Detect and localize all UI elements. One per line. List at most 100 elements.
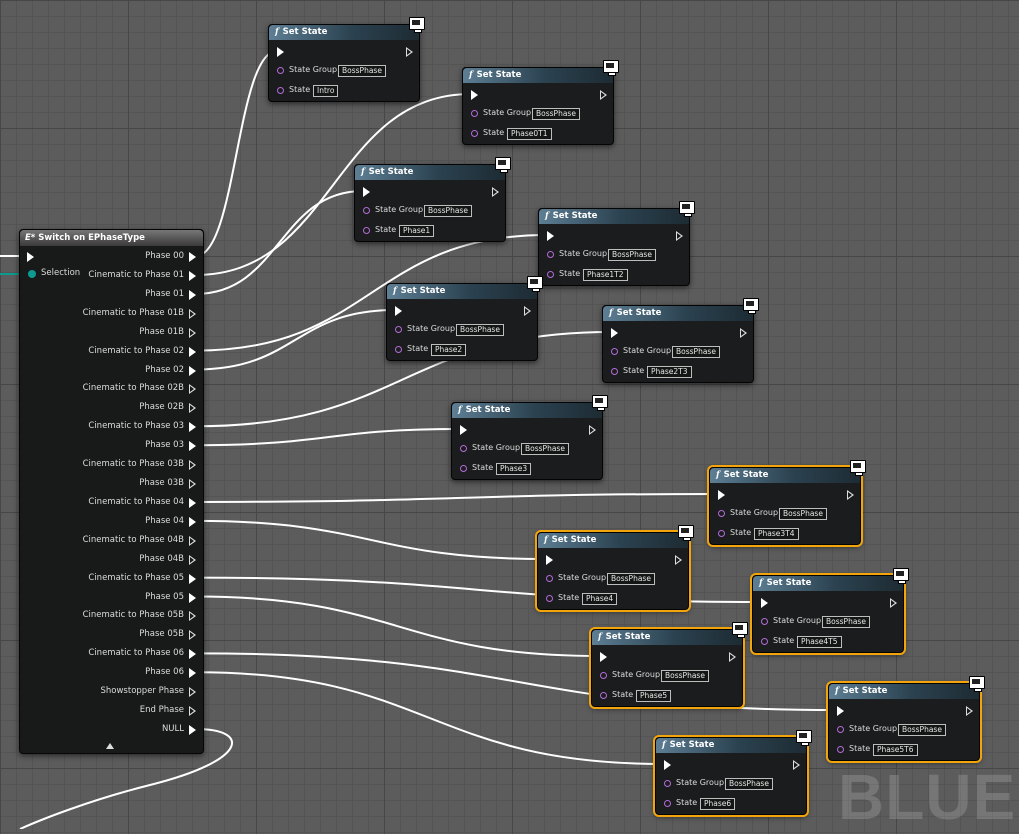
state-pin[interactable] <box>611 368 618 375</box>
set-state-node[interactable]: f Set State State Group BossPhase State Phase… <box>538 201 695 286</box>
exec-input-pin[interactable] <box>547 231 554 241</box>
state-group-pin[interactable] <box>547 251 554 258</box>
set-state-node[interactable]: f Set State State Group BossPhase State Phase… <box>826 676 985 763</box>
switch-output-pin[interactable] <box>189 706 196 717</box>
switch-output-pin[interactable] <box>189 403 196 414</box>
switch-output-pin[interactable] <box>189 384 196 395</box>
collapse-arrow-icon[interactable] <box>106 743 114 749</box>
switch-output-pin[interactable] <box>189 649 196 660</box>
switch-output-pin[interactable] <box>189 479 196 490</box>
set-state-node[interactable]: f Set State State Group BossPhase State Phase… <box>354 157 511 242</box>
state-value[interactable]: Phase2 <box>431 344 467 356</box>
exec-input-pin[interactable] <box>460 425 467 435</box>
state-group-value[interactable]: BossPhase <box>779 508 827 520</box>
state-group-value[interactable]: BossPhase <box>456 324 504 336</box>
exec-output-pin[interactable] <box>589 425 596 435</box>
set-state-header[interactable]: f Set State <box>656 730 812 753</box>
state-group-value[interactable]: BossPhase <box>608 249 656 261</box>
exec-input-pin[interactable] <box>664 760 671 770</box>
state-group-value[interactable]: BossPhase <box>338 65 386 77</box>
exec-wire[interactable] <box>195 428 461 447</box>
exec-wire[interactable] <box>195 50 278 257</box>
exec-input-pin[interactable] <box>363 187 370 197</box>
set-state-header[interactable]: f Set State <box>269 17 425 40</box>
switch-output-pin[interactable] <box>189 422 196 433</box>
exec-wire[interactable] <box>195 190 364 295</box>
switch-node-header[interactable]: E* Switch on EPhaseType <box>20 230 203 246</box>
set-state-header[interactable]: f Set State <box>753 568 909 591</box>
set-state-header[interactable]: f Set State <box>355 157 511 180</box>
state-value[interactable]: Phase1 <box>399 225 435 237</box>
state-group-value[interactable]: BossPhase <box>661 670 709 682</box>
exec-output-pin[interactable] <box>676 231 683 241</box>
state-group-pin[interactable] <box>277 67 284 74</box>
switch-output-pin[interactable] <box>189 460 196 471</box>
state-pin[interactable] <box>547 271 554 278</box>
exec-output-pin[interactable] <box>847 490 854 500</box>
switch-output-pin[interactable] <box>189 592 196 603</box>
state-pin[interactable] <box>471 130 478 137</box>
exec-output-pin[interactable] <box>966 706 973 716</box>
set-state-node[interactable]: f Set State State Group BossPhase State Phase… <box>386 276 543 361</box>
state-value[interactable]: Intro <box>313 85 339 97</box>
state-value[interactable]: Phase2T3 <box>647 366 692 378</box>
exec-wire[interactable] <box>195 309 396 371</box>
state-value[interactable]: Phase3 <box>496 463 532 475</box>
switch-output-pin[interactable] <box>189 441 196 452</box>
exec-output-pin[interactable] <box>492 187 499 197</box>
set-state-header[interactable]: f Set State <box>829 676 985 699</box>
set-state-node[interactable]: f Set State State Group BossPhase State Phase… <box>535 525 694 612</box>
switch-output-pin[interactable] <box>189 554 196 565</box>
exec-output-pin[interactable] <box>740 328 747 338</box>
exec-output-pin[interactable] <box>890 598 897 608</box>
state-group-pin[interactable] <box>718 510 725 517</box>
exec-output-pin[interactable] <box>729 652 736 662</box>
state-pin[interactable] <box>363 227 370 234</box>
switch-output-pin[interactable] <box>189 497 196 508</box>
switch-output-pin[interactable] <box>189 573 196 584</box>
switch-output-pin[interactable] <box>189 308 196 319</box>
state-pin[interactable] <box>600 692 607 699</box>
state-group-pin[interactable] <box>761 618 768 625</box>
switch-output-pin[interactable] <box>189 327 196 338</box>
switch-output-pin[interactable] <box>189 346 196 357</box>
state-value[interactable]: Phase0T1 <box>507 128 552 140</box>
state-pin[interactable] <box>837 746 844 753</box>
state-group-value[interactable]: BossPhase <box>424 205 472 217</box>
set-state-header[interactable]: f Set State <box>710 460 866 483</box>
state-value[interactable]: Phase4T5 <box>797 636 842 648</box>
set-state-header[interactable]: f Set State <box>538 525 694 548</box>
switch-output-pin[interactable] <box>189 252 196 262</box>
state-group-pin[interactable] <box>363 207 370 214</box>
state-group-pin[interactable] <box>460 445 467 452</box>
switch-output-pin[interactable] <box>189 516 196 527</box>
state-group-pin[interactable] <box>395 326 402 333</box>
state-value[interactable]: Phase6 <box>700 798 736 810</box>
set-state-header[interactable]: f Set State <box>463 60 619 83</box>
switch-on-ephasetype-node[interactable]: E* Switch on EPhaseType Selection Phase 0… <box>19 229 204 754</box>
set-state-header[interactable]: f Set State <box>603 298 759 321</box>
state-group-value[interactable]: BossPhase <box>898 724 946 736</box>
state-group-pin[interactable] <box>600 672 607 679</box>
switch-output-pin[interactable] <box>189 725 196 735</box>
switch-output-pin[interactable] <box>189 668 196 679</box>
state-group-pin[interactable] <box>837 726 844 733</box>
set-state-header[interactable]: f Set State <box>539 201 695 224</box>
state-value[interactable]: Phase1T2 <box>583 269 628 281</box>
exec-input-pin[interactable] <box>471 90 478 100</box>
exec-wire[interactable] <box>195 493 719 503</box>
exec-input-pin[interactable] <box>27 252 34 262</box>
set-state-header[interactable]: f Set State <box>452 395 608 418</box>
set-state-node[interactable]: f Set State State Group BossPhase State Phase… <box>750 568 909 655</box>
state-pin[interactable] <box>718 530 725 537</box>
set-state-node[interactable]: f Set State State Group BossPhase State Phase… <box>707 460 866 547</box>
exec-input-pin[interactable] <box>277 47 284 57</box>
exec-output-pin[interactable] <box>524 306 531 316</box>
set-state-header[interactable]: f Set State <box>387 276 543 299</box>
exec-input-pin[interactable] <box>395 306 402 316</box>
state-pin[interactable] <box>460 465 467 472</box>
state-pin[interactable] <box>277 87 284 94</box>
exec-input-pin[interactable] <box>600 652 607 662</box>
state-value[interactable]: Phase3T4 <box>754 528 799 540</box>
exec-input-pin[interactable] <box>761 598 768 608</box>
